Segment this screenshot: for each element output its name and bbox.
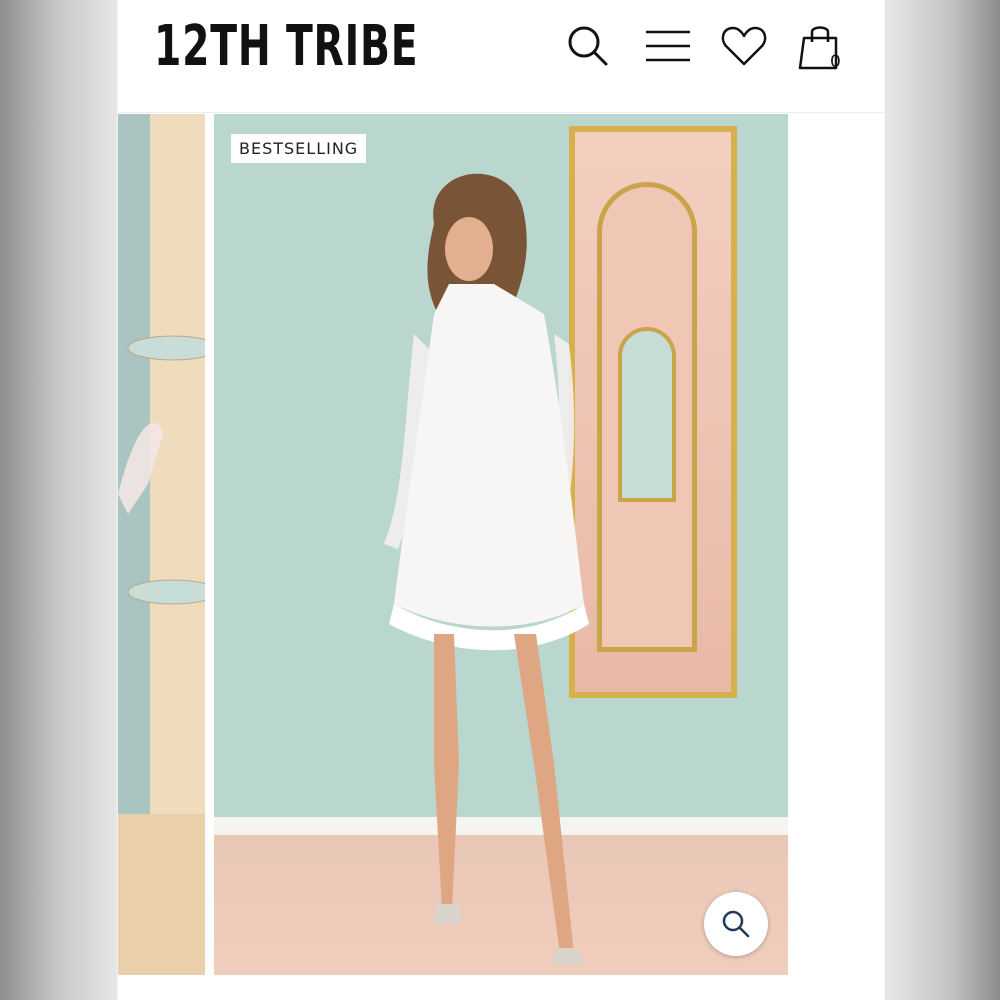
main-product-image[interactable]: BESTSELLING — [214, 114, 788, 975]
next-slide[interactable] — [788, 114, 884, 975]
heart-icon[interactable] — [720, 22, 768, 70]
zoom-icon — [722, 910, 750, 938]
product-gallery[interactable]: BESTSELLING — [118, 114, 884, 975]
zoom-button[interactable] — [704, 892, 768, 956]
next-slide-image — [788, 114, 884, 975]
mirror-clock — [618, 327, 676, 502]
previous-slide[interactable] — [118, 114, 205, 975]
bestselling-badge: BESTSELLING — [231, 134, 367, 163]
product-page: 12TH TRIBE 0 BESTSELLING — [118, 0, 884, 1000]
previous-slide-image — [118, 114, 205, 975]
site-header: 12TH TRIBE 0 — [118, 0, 884, 113]
model-illustration — [384, 173, 589, 964]
search-icon[interactable] — [564, 22, 612, 70]
brand-logo[interactable]: 12TH TRIBE — [154, 12, 418, 82]
cart-count: 0 — [830, 52, 841, 72]
hamburger-menu-icon[interactable] — [644, 22, 692, 70]
